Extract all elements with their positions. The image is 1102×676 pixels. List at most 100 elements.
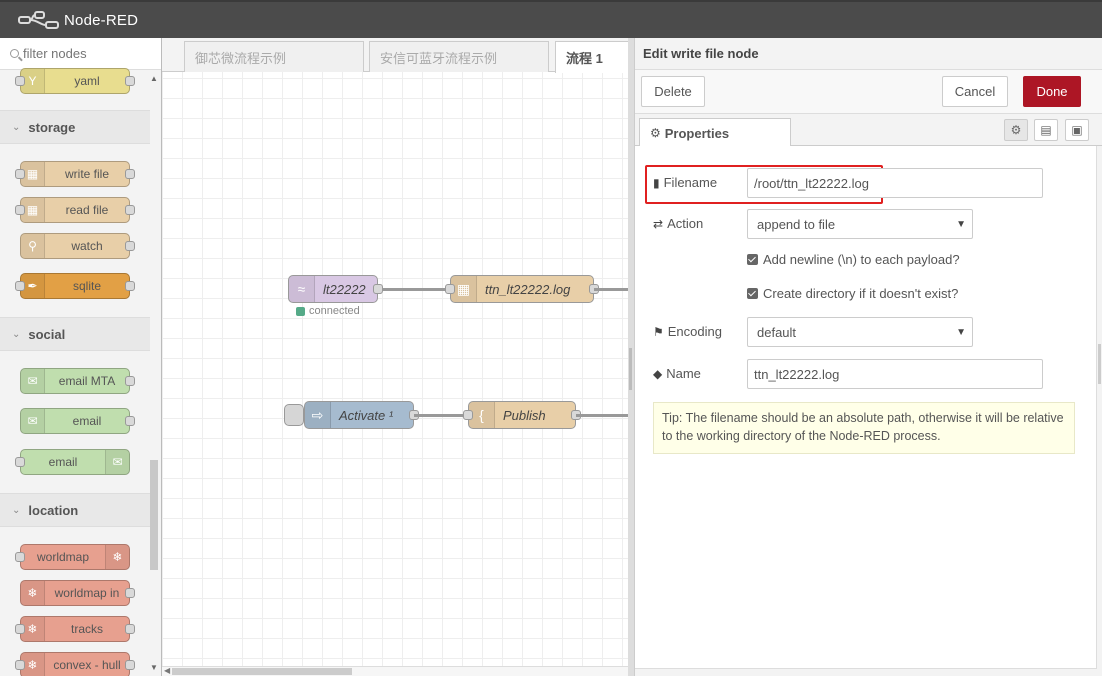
tip-box: Tip: The filename should be an absolute … — [653, 402, 1075, 454]
search-icon — [10, 49, 19, 58]
flag-icon: ⚑ — [653, 324, 664, 339]
panel-scroll-handle[interactable] — [1098, 344, 1101, 384]
input-port — [15, 552, 25, 562]
tab-flow-2[interactable]: 安信可蓝牙流程示例 — [369, 41, 549, 72]
create-directory-checkbox[interactable]: Create directory if it doesn't exist? — [747, 286, 958, 301]
palette-node-read-file[interactable]: ▦ read file — [15, 197, 135, 223]
inject-button[interactable] — [284, 404, 304, 426]
settings-tab-button[interactable]: ⚙ — [1004, 119, 1028, 141]
input-port — [15, 169, 25, 179]
palette-node-watch[interactable]: ⚲ watch — [20, 233, 135, 259]
appearance-tab-button[interactable]: ▣ — [1065, 119, 1089, 141]
palette-node-write-file[interactable]: ▦ write file — [15, 161, 135, 187]
palette-node-email-in[interactable]: ✉ email — [20, 408, 135, 434]
input-port[interactable] — [445, 284, 455, 294]
envelope-icon: ✉ — [21, 369, 45, 393]
tag-icon: ◆ — [653, 366, 663, 381]
name-input[interactable] — [747, 359, 1043, 389]
panel-tabs: ⚙ Properties ⚙ ▤ ▣ — [635, 114, 1102, 147]
category-storage[interactable]: ⌄ storage — [0, 110, 150, 144]
output-port[interactable] — [373, 284, 383, 294]
encoding-select[interactable]: default ▼ — [747, 317, 973, 347]
tab-flow-3[interactable]: 流程 1 — [555, 41, 634, 73]
palette-node-tracks[interactable]: ❄ tracks — [15, 616, 135, 642]
inject-node[interactable]: ⇨ Activate ¹ — [304, 401, 419, 429]
done-button[interactable]: Done — [1023, 76, 1081, 107]
panel-footer — [635, 668, 1097, 676]
filename-input[interactable] — [747, 168, 1043, 198]
wifi-icon: ≈ — [289, 276, 315, 302]
palette-node-worldmap-in[interactable]: ❄ worldmap in — [20, 580, 135, 606]
chevron-down-icon: ▼ — [956, 327, 966, 338]
magnifier-icon: ⚲ — [21, 234, 45, 258]
file-icon: ▮ — [653, 175, 660, 190]
input-port[interactable] — [463, 410, 473, 420]
palette-node-email-out[interactable]: email ✉ — [15, 449, 130, 475]
output-port — [125, 588, 135, 598]
output-port — [125, 660, 135, 670]
shuffle-icon: ⇄ — [653, 216, 664, 231]
checkbox-checked-icon[interactable] — [747, 254, 758, 265]
name-label: ◆ Name — [653, 366, 701, 381]
flow-tabs: 御芯微流程示例 安信可蓝牙流程示例 流程 1 — [162, 38, 634, 73]
newline-checkbox[interactable]: Add newline (\n) to each payload? — [747, 252, 960, 267]
output-port — [125, 241, 135, 251]
scrollbar-thumb[interactable] — [172, 668, 352, 675]
globe-icon: ❄ — [105, 545, 129, 569]
scrollbar-thumb[interactable] — [150, 460, 158, 570]
delete-button[interactable]: Delete — [641, 76, 705, 107]
action-select[interactable]: append to file ▼ — [747, 209, 973, 239]
tab-properties[interactable]: ⚙ Properties — [639, 118, 791, 147]
node-red-logo-icon — [18, 10, 60, 30]
filter-nodes-input[interactable] — [23, 46, 143, 61]
mqtt-in-node[interactable]: ≈ lt22222 — [288, 275, 383, 303]
wire[interactable] — [378, 288, 454, 291]
encoding-label: ⚑ Encoding — [653, 324, 722, 339]
category-location[interactable]: ⌄ location — [0, 493, 150, 527]
checkbox-checked-icon[interactable] — [747, 288, 758, 299]
filename-label: ▮ Filename — [653, 175, 718, 190]
output-port — [125, 281, 135, 291]
document-icon: ▤ — [1040, 123, 1052, 137]
scroll-up-icon[interactable]: ▲ — [150, 74, 158, 83]
palette-node-worldmap[interactable]: worldmap ❄ — [15, 544, 130, 570]
chevron-down-icon: ⌄ — [12, 328, 21, 340]
gear-icon: ⚙ — [650, 126, 661, 140]
workspace-scrollbar[interactable]: ◀ — [162, 666, 634, 676]
status-dot — [296, 306, 305, 316]
panel-resize-handle[interactable] — [629, 348, 632, 390]
palette-node-sqlite[interactable]: ✒ sqlite — [15, 273, 135, 299]
app-title: Node-RED — [64, 11, 139, 29]
output-port — [125, 416, 135, 426]
category-social[interactable]: ⌄ social — [0, 317, 150, 351]
chevron-down-icon: ▼ — [956, 219, 966, 230]
palette-scrollbar[interactable]: ▲ ▼ — [149, 72, 159, 672]
palette-filter — [0, 38, 161, 70]
file-out-node[interactable]: ▦ ttn_lt22222.log — [445, 275, 599, 303]
output-port — [125, 76, 135, 86]
template-node[interactable]: { Publish — [463, 401, 581, 429]
input-port — [15, 457, 25, 467]
node-palette: Y yaml ⌄ storage ▦ write file ▦ read fil… — [0, 38, 162, 676]
flow-workspace[interactable]: 御芯微流程示例 安信可蓝牙流程示例 流程 1 ≈ lt22222 connect… — [162, 38, 634, 676]
input-port — [15, 76, 25, 86]
input-port — [15, 205, 25, 215]
wire[interactable] — [576, 414, 634, 417]
envelope-icon: ✉ — [21, 409, 45, 433]
panel-button-bar: Delete Cancel Done — [635, 70, 1102, 114]
input-port — [15, 624, 25, 634]
node-status: connected — [296, 305, 360, 317]
palette-node-yaml[interactable]: Y yaml — [15, 68, 135, 94]
app-header: Node-RED — [0, 0, 1102, 38]
scroll-left-icon[interactable]: ◀ — [164, 666, 170, 675]
output-port — [125, 376, 135, 386]
palette-node-email-mta[interactable]: ✉ email MTA — [20, 368, 135, 394]
scroll-down-icon[interactable]: ▼ — [150, 663, 158, 672]
wire[interactable] — [414, 414, 468, 417]
output-port — [125, 624, 135, 634]
gear-icon: ⚙ — [1010, 123, 1022, 137]
tab-flow-1[interactable]: 御芯微流程示例 — [184, 41, 364, 72]
cancel-button[interactable]: Cancel — [942, 76, 1008, 107]
palette-node-convex-hull[interactable]: ❄ convex - hull — [15, 652, 135, 676]
description-tab-button[interactable]: ▤ — [1034, 119, 1058, 141]
